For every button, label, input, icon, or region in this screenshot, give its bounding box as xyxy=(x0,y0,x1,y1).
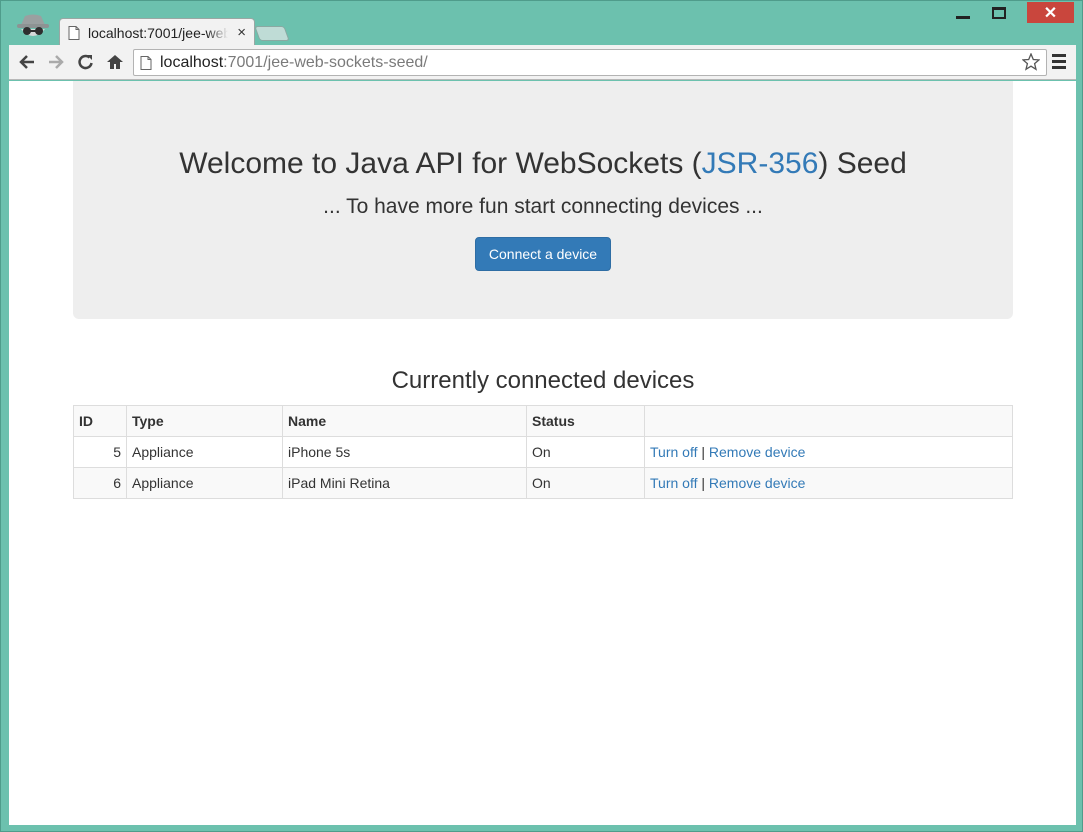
reload-button[interactable] xyxy=(76,52,96,72)
page-icon xyxy=(68,25,80,40)
bookmark-star-icon[interactable] xyxy=(1021,52,1041,71)
url-path: :7001/jee-web-sockets-seed/ xyxy=(223,53,428,71)
table-header-row: ID Type Name Status xyxy=(73,405,1013,437)
page-icon xyxy=(140,55,152,70)
title-prefix: Welcome to Java API for WebSockets ( xyxy=(179,147,702,180)
menu-icon[interactable] xyxy=(1052,54,1066,72)
device-name: iPad Mini Retina xyxy=(282,467,527,499)
browser-window: localhost:7001/jee-web-sockets-seed/ × ✕… xyxy=(0,0,1083,832)
device-name: iPhone 5s xyxy=(282,436,527,468)
window-controls: ✕ xyxy=(949,2,1074,24)
column-header-id: ID xyxy=(73,405,127,437)
url-text: localhost:7001/jee-web-sockets-seed/ xyxy=(160,54,428,72)
incognito-icon xyxy=(15,13,51,43)
title-suffix: ) Seed xyxy=(818,147,907,180)
column-header-type: Type xyxy=(126,405,283,437)
forward-arrow-icon xyxy=(49,55,64,69)
jumbotron: Welcome to Java API for WebSockets (JSR-… xyxy=(73,81,1013,319)
device-status: On xyxy=(526,467,645,499)
column-header-name: Name xyxy=(282,405,527,437)
turn-off-link[interactable]: Turn off xyxy=(650,444,697,460)
maximize-icon xyxy=(992,7,1006,19)
address-bar[interactable]: localhost:7001/jee-web-sockets-seed/ xyxy=(133,49,1047,76)
new-tab-button[interactable] xyxy=(254,26,290,41)
browser-toolbar: localhost:7001/jee-web-sockets-seed/ xyxy=(9,45,1076,80)
back-button[interactable] xyxy=(17,52,37,72)
title-bar: localhost:7001/jee-web-sockets-seed/ × ✕ xyxy=(1,1,1082,46)
devices-table: ID Type Name Status 5 Appliance iPhone 5… xyxy=(73,405,1013,499)
maximize-button[interactable] xyxy=(985,2,1013,24)
device-status: On xyxy=(526,436,645,468)
turn-off-link[interactable]: Turn off xyxy=(650,475,697,491)
device-actions: Turn off | Remove device xyxy=(644,436,1013,468)
reload-icon xyxy=(78,54,93,70)
browser-tab[interactable]: localhost:7001/jee-web-sockets-seed/ × xyxy=(59,18,255,46)
minimize-button[interactable] xyxy=(949,2,977,24)
table-row: 5 Appliance iPhone 5s On Turn off | Remo… xyxy=(73,436,1013,468)
home-button[interactable] xyxy=(105,52,125,72)
connect-device-button[interactable]: Connect a device xyxy=(475,237,611,271)
tab-close-icon[interactable]: × xyxy=(237,24,246,41)
column-header-status: Status xyxy=(526,405,645,437)
minimize-icon xyxy=(956,15,970,19)
devices-heading: Currently connected devices xyxy=(391,367,695,394)
forward-button[interactable] xyxy=(46,52,66,72)
home-icon xyxy=(107,55,123,69)
device-type: Appliance xyxy=(126,467,283,499)
page-subtitle: ... To have more fun start connecting de… xyxy=(323,195,763,218)
jsr-356-link[interactable]: JSR-356 xyxy=(702,147,819,180)
page-content: Welcome to Java API for WebSockets (JSR-… xyxy=(9,81,1076,825)
device-type: Appliance xyxy=(126,436,283,468)
device-id: 6 xyxy=(73,467,127,499)
close-button[interactable]: ✕ xyxy=(1027,2,1074,23)
action-separator: | xyxy=(701,475,705,491)
remove-device-link[interactable]: Remove device xyxy=(709,475,806,491)
page-title: Welcome to Java API for WebSockets (JSR-… xyxy=(73,147,1013,181)
table-row: 6 Appliance iPad Mini Retina On Turn off… xyxy=(73,467,1013,499)
column-header-actions xyxy=(644,405,1013,437)
device-id: 5 xyxy=(73,436,127,468)
device-actions: Turn off | Remove device xyxy=(644,467,1013,499)
remove-device-link[interactable]: Remove device xyxy=(709,444,806,460)
back-arrow-icon xyxy=(19,55,34,69)
tab-title: localhost:7001/jee-web-sockets-seed/ xyxy=(88,24,228,41)
action-separator: | xyxy=(701,444,705,460)
url-host: localhost xyxy=(160,53,224,71)
